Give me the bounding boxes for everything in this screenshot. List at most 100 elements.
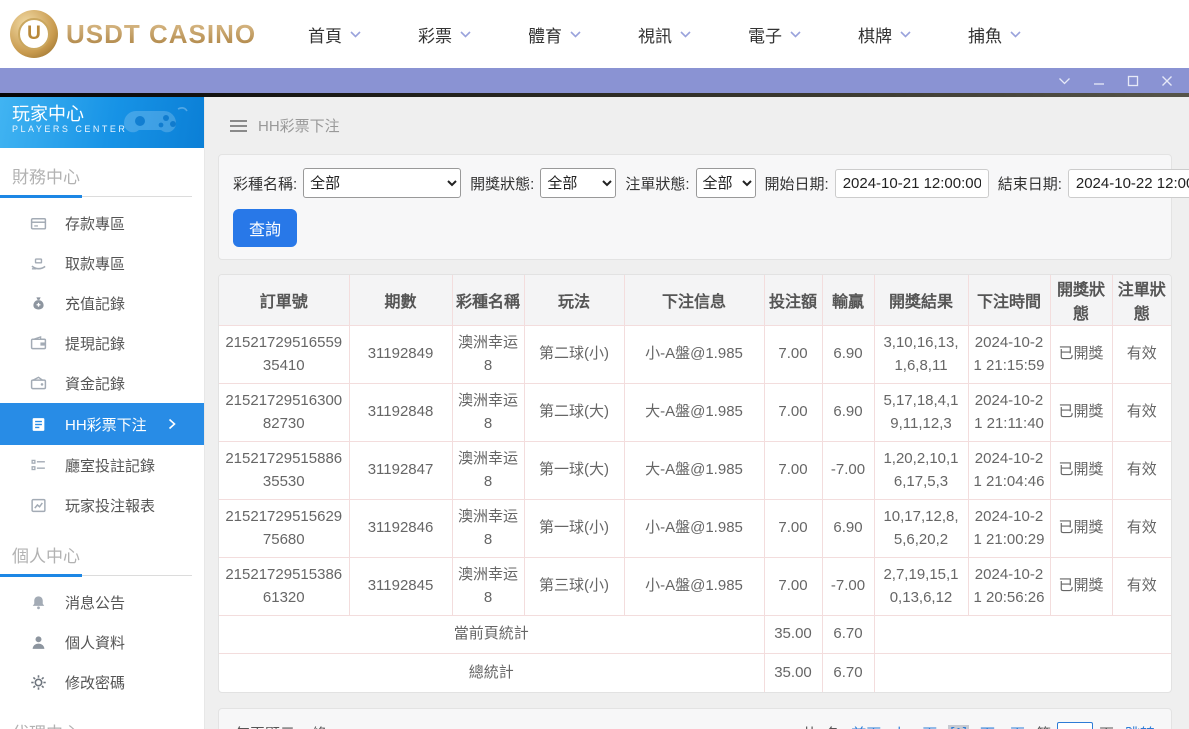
page-number-input[interactable] (1057, 722, 1093, 729)
nav-label: 體育 (528, 22, 562, 47)
sidebar-item-funds-record[interactable]: 資金記錄 (0, 363, 204, 403)
sidebar-item-change-password[interactable]: 修改密碼 (0, 662, 204, 702)
bell-icon (30, 594, 47, 611)
summary-bet-amount: 35.00 (764, 654, 822, 692)
col-bet-amount: 投注額 (764, 275, 822, 326)
nav-item-fishing[interactable]: 捕魚 (968, 22, 1021, 47)
window-minimize-icon[interactable] (1093, 75, 1105, 87)
cell-win-loss: 6.90 (822, 326, 874, 384)
search-button[interactable]: 查詢 (233, 209, 297, 247)
cell-order-no: 2152172951655935410 (219, 326, 349, 384)
nav-item-sports[interactable]: 體育 (528, 22, 581, 47)
nav-item-cards[interactable]: 棋牌 (858, 22, 911, 47)
cell-order-status: 有效 (1112, 326, 1171, 384)
table-row: 215217295165593541031192849澳洲幸运8第二球(小)小-… (219, 326, 1171, 384)
total-summary-row: 總統計 35.00 6.70 (219, 654, 1171, 692)
wallet-icon (30, 335, 47, 352)
cell-bet-info: 大-A盤@1.985 (624, 384, 764, 442)
col-order-no: 訂單號 (219, 275, 349, 326)
nav-item-home[interactable]: 首頁 (308, 22, 361, 47)
nav-item-video[interactable]: 視訊 (638, 22, 691, 47)
summary-empty (874, 616, 1171, 654)
cell-bet-time: 2024-10-21 21:15:59 (968, 326, 1050, 384)
draw-status-select[interactable]: 全部 (540, 168, 616, 198)
window-chevron-down-icon[interactable] (1058, 77, 1071, 85)
first-page-link[interactable]: 首页 (851, 723, 881, 729)
sidebar-item-profile[interactable]: 個人資料 (0, 622, 204, 662)
cell-draw-status: 已開獎 (1050, 442, 1112, 500)
sidebar-item-withdraw[interactable]: 取款專區 (0, 243, 204, 283)
bet-table-panel: 訂單號 期數 彩種名稱 玩法 下注信息 投注額 輸贏 開獎結果 下注時間 開獎狀… (218, 274, 1172, 693)
sidebar: 玩家中心 PLAYERS CENTER 財務中心 存款專區 (0, 97, 205, 729)
chevron-down-icon (570, 31, 581, 38)
jump-button[interactable]: 跳转 (1125, 723, 1155, 729)
sidebar-item-notices[interactable]: 消息公告 (0, 582, 204, 622)
section-title-agent: 代理中心 (0, 704, 204, 729)
hamburger-icon[interactable] (230, 120, 247, 132)
col-period: 期數 (349, 275, 452, 326)
prev-page-link[interactable]: 上一页 (892, 723, 937, 729)
cell-draw-result: 2,7,19,15,10,13,6,12 (874, 558, 968, 616)
table-row: 215217295153866132031192845澳洲幸运8第三球(小)小-… (219, 558, 1171, 616)
cell-win-loss: -7.00 (822, 558, 874, 616)
chevron-down-icon (1010, 31, 1021, 38)
money-bag-icon (30, 295, 47, 312)
main-nav: 首頁 彩票 體育 視訊 電子 棋牌 捕魚 (308, 22, 1021, 47)
order-status-select[interactable]: 全部 (696, 168, 756, 198)
window-close-icon[interactable] (1161, 75, 1173, 87)
report-chart-icon (30, 497, 47, 514)
cell-bet-amount: 7.00 (764, 500, 822, 558)
end-date-input[interactable] (1068, 169, 1189, 198)
chevron-right-icon (168, 418, 176, 430)
sidebar-item-label: 廳室投註記錄 (65, 455, 155, 476)
next-page-link[interactable]: 下一页 (980, 723, 1025, 729)
sidebar-item-label: 修改密碼 (65, 672, 125, 693)
sidebar-item-player-bet-report[interactable]: 玩家投注報表 (0, 485, 204, 525)
logo-text: USDT CASINO (66, 19, 256, 50)
cell-lottery-name: 澳洲幸运8 (452, 558, 524, 616)
sidebar-item-label: 取款專區 (65, 253, 125, 274)
lottery-name-select[interactable]: 全部 (303, 168, 461, 198)
sidebar-item-recharge-record[interactable]: 充值記錄 (0, 283, 204, 323)
cell-play-type: 第二球(大) (524, 384, 624, 442)
cell-draw-status: 已開獎 (1050, 500, 1112, 558)
cell-order-no: 2152172951538661320 (219, 558, 349, 616)
purse-icon (30, 375, 47, 392)
table-row: 215217295158863553031192847澳洲幸运8第一球(大)大-… (219, 442, 1171, 500)
cell-period: 31192848 (349, 384, 452, 442)
filter-panel: 彩種名稱: 全部 開獎狀態: 全部 注單狀態: 全部 開始日期: 結束日期: (218, 154, 1172, 260)
start-date-label: 開始日期: (765, 173, 829, 194)
table-row: 215217295163008273031192848澳洲幸运8第二球(大)大-… (219, 384, 1171, 442)
chevron-down-icon (680, 31, 691, 38)
chevron-down-icon (350, 31, 361, 38)
nav-item-slots[interactable]: 電子 (748, 22, 801, 47)
cell-period: 31192847 (349, 442, 452, 500)
col-draw-result: 開獎結果 (874, 275, 968, 326)
cell-draw-result: 1,20,2,10,16,17,5,3 (874, 442, 968, 500)
current-page-indicator[interactable]: [1] (948, 725, 969, 729)
page-title: HH彩票下注 (258, 115, 340, 136)
cell-lottery-name: 澳洲幸运8 (452, 442, 524, 500)
cell-bet-time: 2024-10-21 21:04:46 (968, 442, 1050, 500)
cell-period: 31192849 (349, 326, 452, 384)
pager: 共5条 首页 上一页 [1] 下一页 第 页 跳转 (802, 722, 1155, 729)
sidebar-item-withdrawal-record[interactable]: 提現記錄 (0, 323, 204, 363)
cell-bet-time: 2024-10-21 21:00:29 (968, 500, 1050, 558)
col-draw-status: 開獎狀態 (1050, 275, 1112, 326)
chevron-down-icon (460, 31, 471, 38)
nav-label: 視訊 (638, 22, 672, 47)
logo[interactable]: U USDT CASINO (10, 10, 258, 58)
start-date-input[interactable] (835, 169, 989, 198)
nav-item-lottery[interactable]: 彩票 (418, 22, 471, 47)
sidebar-item-label: 消息公告 (65, 592, 125, 613)
sidebar-item-room-bet-record[interactable]: 廳室投註記錄 (0, 445, 204, 485)
summary-label: 總統計 (219, 654, 764, 692)
cell-bet-info: 小-A盤@1.985 (624, 326, 764, 384)
summary-empty (874, 654, 1171, 692)
window-maximize-icon[interactable] (1127, 75, 1139, 87)
sidebar-item-hh-lottery-bet[interactable]: HH彩票下注 (0, 403, 204, 445)
sidebar-item-deposit[interactable]: 存款專區 (0, 203, 204, 243)
cell-order-status: 有效 (1112, 442, 1171, 500)
cell-win-loss: 6.90 (822, 384, 874, 442)
summary-label: 當前頁統計 (219, 616, 764, 654)
